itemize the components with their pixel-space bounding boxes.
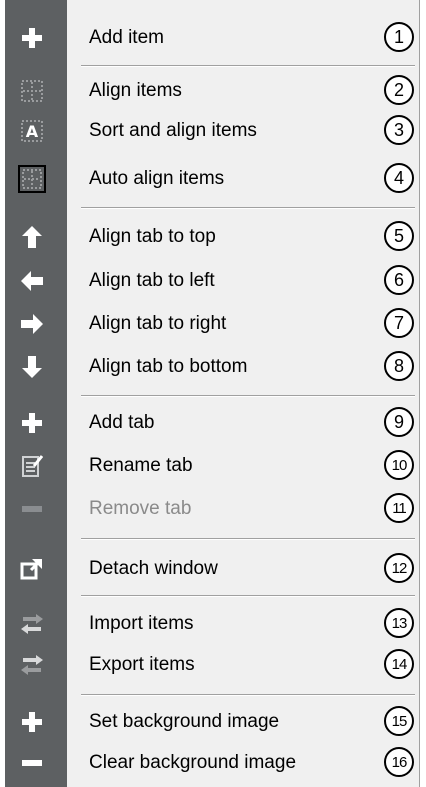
menu-separator <box>81 207 415 209</box>
menu-item-import-items[interactable]: Import items 13 <box>5 602 419 646</box>
menu-item-auto-align-items[interactable]: Auto align items 4 <box>5 157 419 201</box>
context-menu: Add item 1 Align items 2 A Sort and alig… <box>5 0 420 787</box>
menu-separator <box>81 595 415 597</box>
menu-item-detach-window[interactable]: Detach window 12 <box>5 547 419 591</box>
menu-separator <box>81 395 415 397</box>
menu-separator <box>81 694 415 696</box>
menu-item-label: Remove tab <box>89 498 192 519</box>
menu-item-label: Align tab to left <box>89 270 215 291</box>
menu-item-add-item[interactable]: Add item 1 <box>5 16 419 60</box>
menu-item-label: Align tab to right <box>89 313 227 334</box>
callout-number: 15 <box>384 706 414 736</box>
menu-item-label: Detach window <box>89 558 218 579</box>
grid-dotted-icon <box>18 77 46 105</box>
menu-item-sort-and-align-items[interactable]: A Sort and align items 3 <box>5 109 419 153</box>
callout-number: 1 <box>384 22 414 52</box>
arrow-up-icon <box>18 223 46 251</box>
swap-arrows-icon <box>18 610 46 638</box>
detach-icon <box>18 555 46 583</box>
callout-number: 7 <box>384 308 414 338</box>
callout-number: 2 <box>384 75 414 105</box>
plus-icon <box>18 708 46 736</box>
callout-number: 12 <box>384 553 414 583</box>
menu-separator <box>81 538 415 540</box>
callout-number: 14 <box>384 649 414 679</box>
menu-item-align-tab-to-top[interactable]: Align tab to top 5 <box>5 215 419 259</box>
callout-number: 5 <box>384 221 414 251</box>
menu-item-export-items[interactable]: Export items 14 <box>5 643 419 687</box>
menu-item-label: Sort and align items <box>89 120 257 141</box>
rename-icon <box>18 452 46 480</box>
callout-number: 6 <box>384 265 414 295</box>
menu-item-label: Add tab <box>89 412 155 433</box>
menu-item-align-tab-to-bottom[interactable]: Align tab to bottom 8 <box>5 345 419 389</box>
menu-item-align-tab-to-left[interactable]: Align tab to left 6 <box>5 259 419 303</box>
menu-item-set-background-image[interactable]: Set background image 15 <box>5 700 419 744</box>
menu-item-label: Import items <box>89 613 194 634</box>
svg-text:A: A <box>26 122 39 141</box>
menu-item-label: Add item <box>89 27 164 48</box>
menu-item-label: Align tab to bottom <box>89 356 248 377</box>
sort-a-icon: A <box>18 117 46 145</box>
arrow-right-icon <box>18 310 46 338</box>
callout-number: 13 <box>384 608 414 638</box>
swap-arrows-icon <box>18 651 46 679</box>
minus-icon <box>18 495 46 523</box>
arrow-left-icon <box>18 267 46 295</box>
menu-item-clear-background-image[interactable]: Clear background image 16 <box>5 741 419 785</box>
callout-number: 8 <box>384 351 414 381</box>
menu-item-label: Auto align items <box>89 168 225 189</box>
callout-number: 16 <box>384 747 414 777</box>
plus-icon <box>18 409 46 437</box>
menu-item-add-tab[interactable]: Add tab 9 <box>5 401 419 445</box>
menu-item-rename-tab[interactable]: Rename tab 10 <box>5 444 419 488</box>
callout-number: 3 <box>384 115 414 145</box>
menu-item-remove-tab[interactable]: Remove tab 11 <box>5 487 419 531</box>
callout-number: 11 <box>384 493 414 523</box>
callout-number: 9 <box>384 407 414 437</box>
callout-number: 10 <box>384 450 414 480</box>
grid-framed-icon <box>18 165 46 193</box>
menu-item-align-tab-to-right[interactable]: Align tab to right 7 <box>5 302 419 346</box>
menu-separator <box>81 65 415 67</box>
menu-item-align-items[interactable]: Align items 2 <box>5 69 419 113</box>
plus-icon <box>18 24 46 52</box>
menu-item-label: Set background image <box>89 711 280 732</box>
callout-number: 4 <box>384 163 414 193</box>
menu-item-label: Rename tab <box>89 455 193 476</box>
menu-item-label: Align items <box>89 80 182 101</box>
menu-item-label: Clear background image <box>89 752 297 773</box>
menu-item-label: Export items <box>89 654 195 675</box>
arrow-down-icon <box>18 353 46 381</box>
minus-icon <box>18 749 46 777</box>
menu-item-label: Align tab to top <box>89 226 216 247</box>
